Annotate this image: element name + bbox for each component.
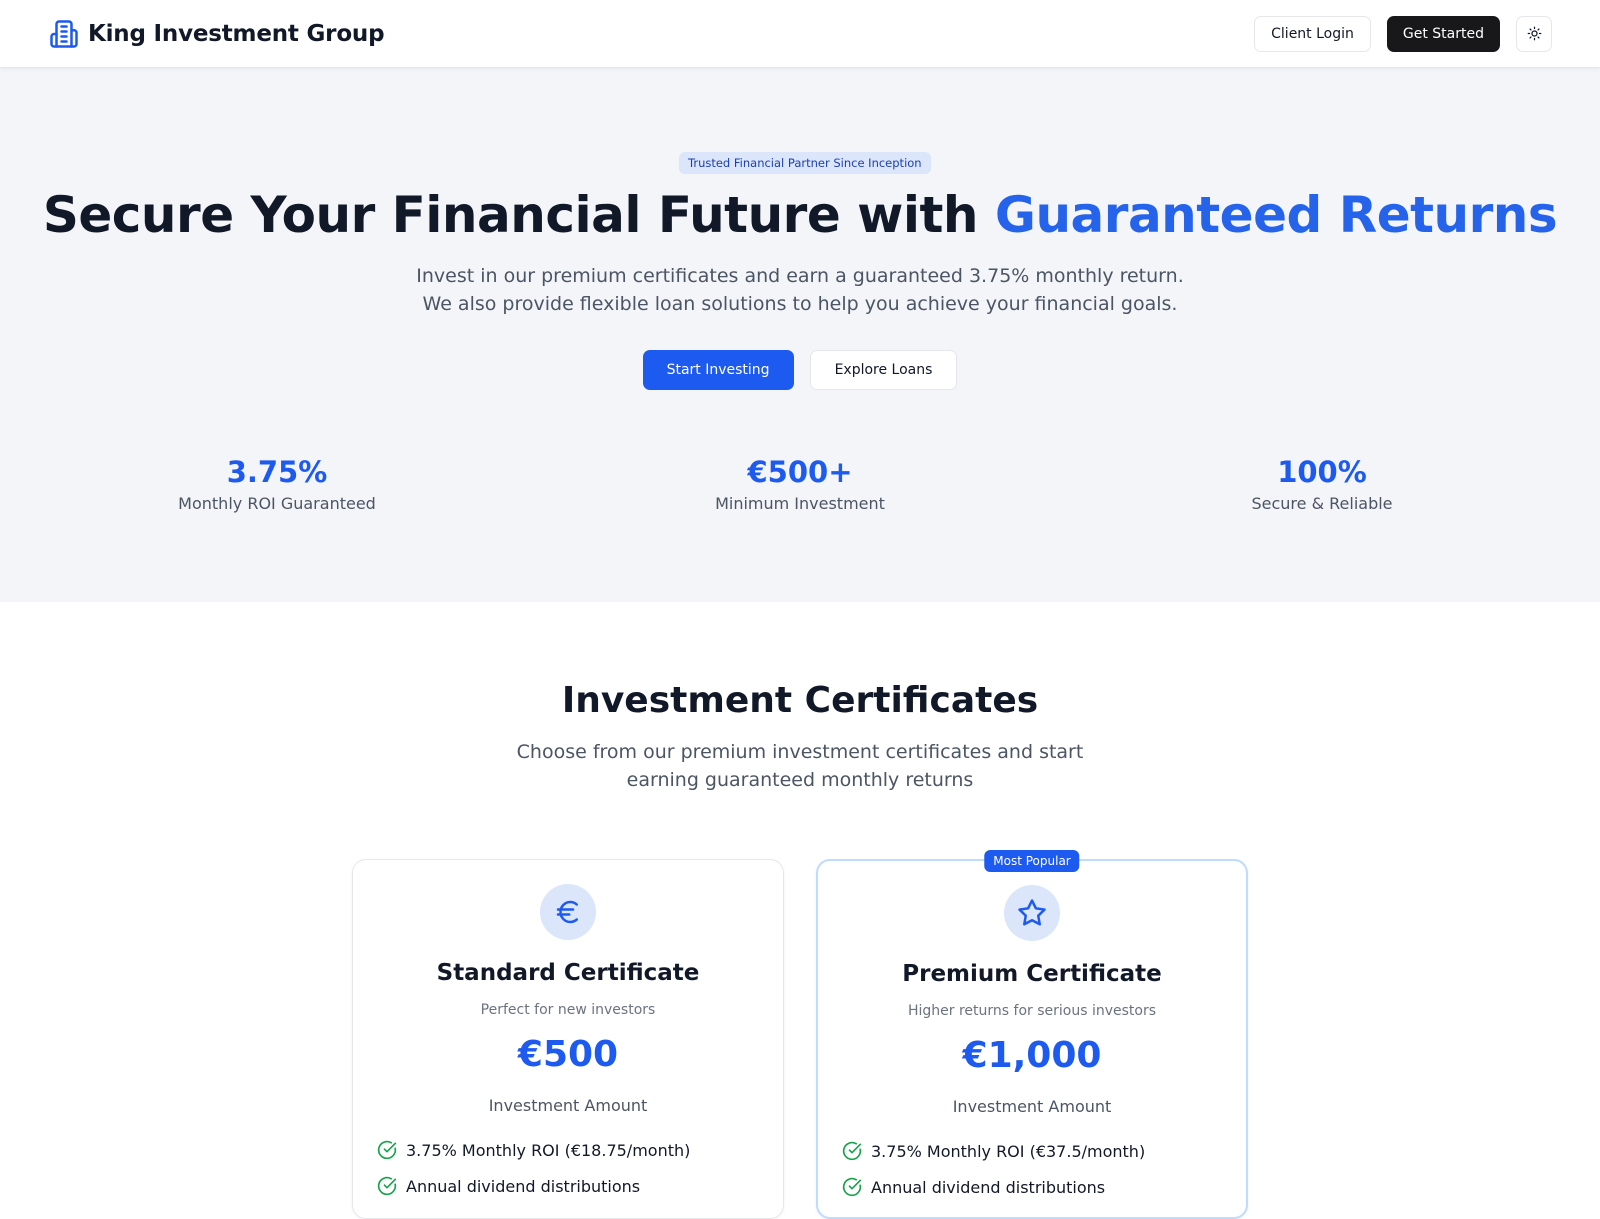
feature-item: Annual dividend distributions <box>377 1168 759 1204</box>
theme-toggle-button[interactable] <box>1516 15 1552 52</box>
check-circle-icon <box>377 1176 397 1196</box>
nav-actions: Client Login Get Started <box>1254 15 1552 52</box>
certificate-amount-label: Investment Amount <box>488 1096 648 1115</box>
hero-subtitle: Invest in our premium certificates and e… <box>416 265 1184 315</box>
hero-title-main: Secure Your Financial Future with <box>42 186 995 244</box>
site-header: King Investment Group Client Login Get S… <box>0 0 1600 68</box>
certificate-name: Standard Certificate <box>436 960 700 986</box>
check-circle-icon <box>377 1140 397 1160</box>
stat-value: 3.75% <box>226 455 328 489</box>
brand[interactable]: King Investment Group <box>48 18 385 50</box>
certificate-description: Perfect for new investors <box>480 1002 656 1018</box>
certificate-description: Higher returns for serious investors <box>907 1003 1157 1019</box>
most-popular-badge: Most Popular <box>984 850 1080 872</box>
certificates-title: Investment Certificates <box>561 680 1039 721</box>
feature-text: 3.75% Monthly ROI (€18.75/month) <box>406 1140 691 1160</box>
get-started-button[interactable]: Get Started <box>1386 15 1500 52</box>
premium-certificate-card[interactable]: Most Popular Premium Certificate Higher … <box>816 850 1248 1219</box>
feature-item: 3.75% Monthly ROI (€37.5/month) <box>842 1133 1222 1169</box>
feature-text: Annual dividend distributions <box>871 1177 1106 1197</box>
star-icon <box>1004 885 1060 941</box>
stat-label: Minimum Investment <box>715 494 885 513</box>
hero-title-accent: Guaranteed Returns <box>994 186 1558 244</box>
start-investing-button[interactable]: Start Investing <box>642 350 794 390</box>
stat-minimum-investment: €500+ Minimum Investment <box>650 452 950 513</box>
certificate-amount: €500 <box>517 1034 619 1075</box>
stat-secure: 100% Secure & Reliable <box>1172 452 1472 513</box>
client-login-button[interactable]: Client Login <box>1254 15 1371 52</box>
stat-label: Monthly ROI Guaranteed <box>178 494 376 513</box>
feature-text: 3.75% Monthly ROI (€37.5/month) <box>871 1141 1146 1161</box>
stat-value: 100% <box>1277 455 1367 489</box>
feature-list: 3.75% Monthly ROI (€37.5/month) Annual d… <box>842 1133 1222 1205</box>
certificate-amount-label: Investment Amount <box>952 1097 1112 1116</box>
stat-value: €500+ <box>747 455 853 489</box>
building-icon <box>48 18 80 50</box>
stat-label: Secure & Reliable <box>1251 494 1393 513</box>
feature-list: 3.75% Monthly ROI (€18.75/month) Annual … <box>377 1132 759 1204</box>
feature-item: 3.75% Monthly ROI (€18.75/month) <box>377 1132 759 1168</box>
check-circle-icon <box>842 1141 862 1161</box>
hero-section: Trusted Financial Partner Since Inceptio… <box>0 68 1600 602</box>
feature-text: Annual dividend distributions <box>406 1176 641 1196</box>
certificates-subtitle: Choose from our premium investment certi… <box>516 741 1084 791</box>
euro-icon <box>540 884 596 940</box>
check-circle-icon <box>842 1177 862 1197</box>
hero-cta-group: Start Investing Explore Loans <box>0 350 1600 390</box>
standard-certificate-card[interactable]: Standard Certificate Perfect for new inv… <box>352 859 784 1219</box>
certificate-amount: €1,000 <box>962 1035 1102 1076</box>
sun-icon <box>1527 26 1542 41</box>
trust-badge: Trusted Financial Partner Since Inceptio… <box>679 152 931 174</box>
stat-roi: 3.75% Monthly ROI Guaranteed <box>127 452 427 513</box>
certificate-name: Premium Certificate <box>902 961 1162 987</box>
brand-name: King Investment Group <box>88 20 385 47</box>
explore-loans-button[interactable]: Explore Loans <box>809 350 958 390</box>
hero-title: Secure Your Financial Future with Guaran… <box>0 186 1600 244</box>
